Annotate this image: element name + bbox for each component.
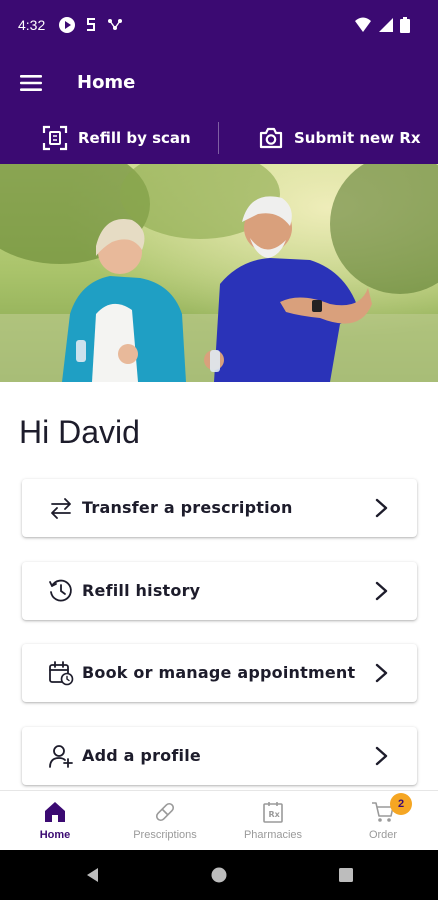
page-title: Home	[77, 72, 136, 93]
action-divider	[218, 122, 219, 154]
back-icon[interactable]	[84, 866, 102, 884]
bottom-navigation: Home Prescriptions Rx Pharmacies 2 Order	[0, 790, 438, 850]
home-icon	[45, 802, 65, 822]
appointment-card[interactable]: Book or manage appointment	[22, 644, 417, 702]
recents-icon[interactable]	[337, 866, 355, 884]
add-user-icon	[49, 745, 73, 768]
pill-icon	[155, 802, 175, 822]
card-label: Book or manage appointment	[82, 663, 356, 682]
signal-icon	[379, 18, 393, 32]
greeting-heading: Hi David	[19, 414, 140, 450]
transfer-arrows-icon	[51, 498, 71, 519]
status-system-icons	[354, 17, 410, 33]
nav-home-label: Home	[39, 829, 71, 841]
submit-new-rx-button[interactable]: Submit new Rx	[258, 122, 421, 154]
nav-pharmacies-label: Pharmacies	[243, 829, 303, 841]
history-clock-icon	[49, 579, 72, 602]
battery-icon	[400, 17, 410, 33]
scan-barcode-icon	[42, 125, 68, 151]
quick-actions-bar: Refill by scan Submit new Rx	[0, 114, 438, 164]
home-circle-icon[interactable]	[210, 866, 228, 884]
nav-pharmacies[interactable]: Rx Pharmacies	[218, 791, 328, 851]
nav-prescriptions-label: Prescriptions	[133, 829, 197, 841]
refill-by-scan-label: Refill by scan	[78, 129, 191, 147]
refill-history-card[interactable]: Refill history	[22, 562, 417, 620]
calendar-clock-icon	[49, 661, 74, 686]
card-label: Transfer a prescription	[82, 498, 293, 517]
play-circle-icon	[59, 17, 75, 33]
status-time: 4:32	[18, 17, 46, 33]
wifi-icon	[355, 17, 371, 32]
chevron-right-icon	[375, 663, 388, 683]
status-notification-icons	[58, 16, 124, 34]
transfer-prescription-card[interactable]: Transfer a prescription	[22, 479, 417, 537]
connect-icon	[108, 19, 122, 30]
system-navigation-bar	[0, 850, 438, 900]
refill-by-scan-button[interactable]: Refill by scan	[42, 122, 191, 154]
s-app-icon	[87, 18, 95, 31]
nav-prescriptions[interactable]: Prescriptions	[110, 791, 220, 851]
submit-new-rx-label: Submit new Rx	[294, 129, 421, 147]
nav-home[interactable]: Home	[0, 791, 110, 851]
hero-photo	[0, 164, 438, 382]
chevron-right-icon	[375, 746, 388, 766]
nav-order[interactable]: 2 Order	[328, 791, 438, 851]
rx-store-icon: Rx	[263, 802, 283, 823]
chevron-right-icon	[375, 581, 388, 601]
svg-text:Rx: Rx	[269, 810, 281, 819]
camera-icon	[259, 127, 283, 149]
cart-count-badge: 2	[390, 793, 412, 815]
add-profile-card[interactable]: Add a profile	[22, 727, 417, 785]
card-label: Add a profile	[82, 746, 201, 765]
card-label: Refill history	[82, 581, 201, 600]
hero-image	[0, 164, 438, 382]
app-bar: Home	[0, 52, 438, 114]
status-bar: 4:32	[0, 0, 438, 52]
nav-order-label: Order	[368, 829, 398, 841]
chevron-right-icon	[375, 498, 388, 518]
hamburger-menu-icon[interactable]	[18, 70, 44, 96]
